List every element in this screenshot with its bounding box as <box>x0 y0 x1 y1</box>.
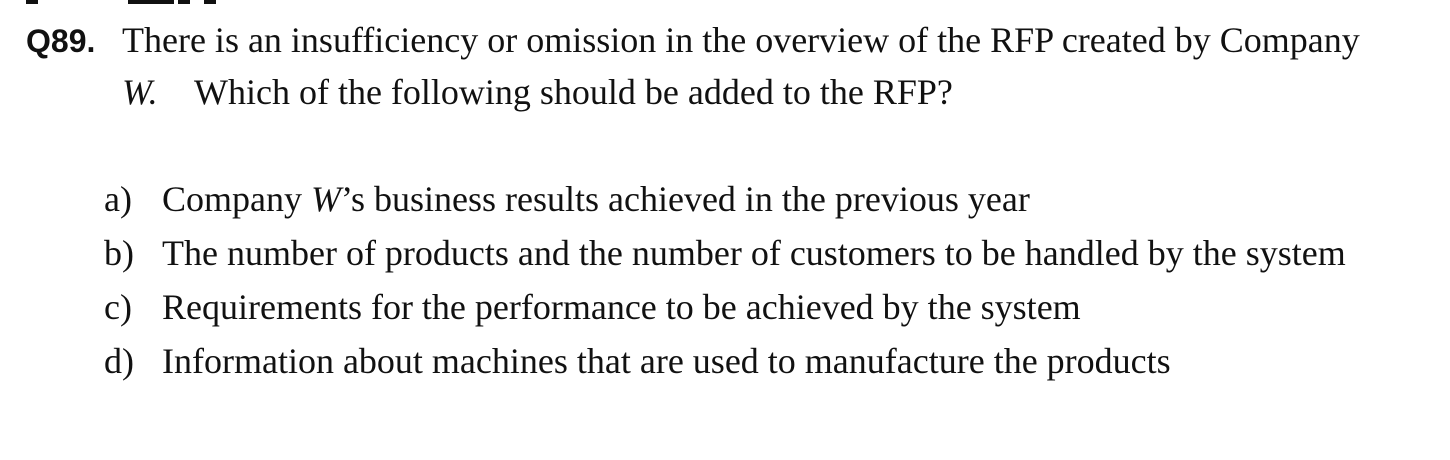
option-text: Requirements for the performance to be a… <box>162 287 1081 327</box>
option-letter: c) <box>104 287 132 327</box>
option-d[interactable]: d) Information about machines that are us… <box>104 334 1424 388</box>
question-text-2: Which of the following should be added t… <box>194 72 953 112</box>
option-letter: d) <box>104 341 134 381</box>
option-b[interactable]: b) The number of products and the number … <box>104 226 1424 280</box>
option-text: Company <box>162 179 311 219</box>
question-number: Q89. <box>26 23 96 59</box>
question-line-1: Q89. There is an insufficiency or omissio… <box>26 14 1426 66</box>
text-fragment <box>178 0 190 4</box>
question-block: Q89. There is an insufficiency or omissio… <box>26 14 1426 118</box>
option-text-after: ’s business results achieved in the prev… <box>341 179 1030 219</box>
option-letter: a) <box>104 179 132 219</box>
option-text: The number of products and the number of… <box>162 233 1346 273</box>
question-text-1: There is an insufficiency or omission in… <box>122 20 1360 60</box>
text-fragment <box>26 0 38 4</box>
option-italic: W <box>311 179 341 219</box>
answer-options: a) Company W’s business results achieved … <box>104 172 1424 388</box>
option-c[interactable]: c) Requirements for the performance to be… <box>104 280 1424 334</box>
previous-content-fragment <box>0 0 1450 8</box>
text-fragment <box>204 0 216 4</box>
question-line-2: W. Which of the following should be added… <box>26 66 1426 118</box>
option-text: Information about machines that are used… <box>162 341 1171 381</box>
text-fragment <box>128 0 174 4</box>
option-letter: b) <box>104 233 134 273</box>
option-a[interactable]: a) Company W’s business results achieved … <box>104 172 1424 226</box>
company-letter: W. <box>122 72 158 112</box>
